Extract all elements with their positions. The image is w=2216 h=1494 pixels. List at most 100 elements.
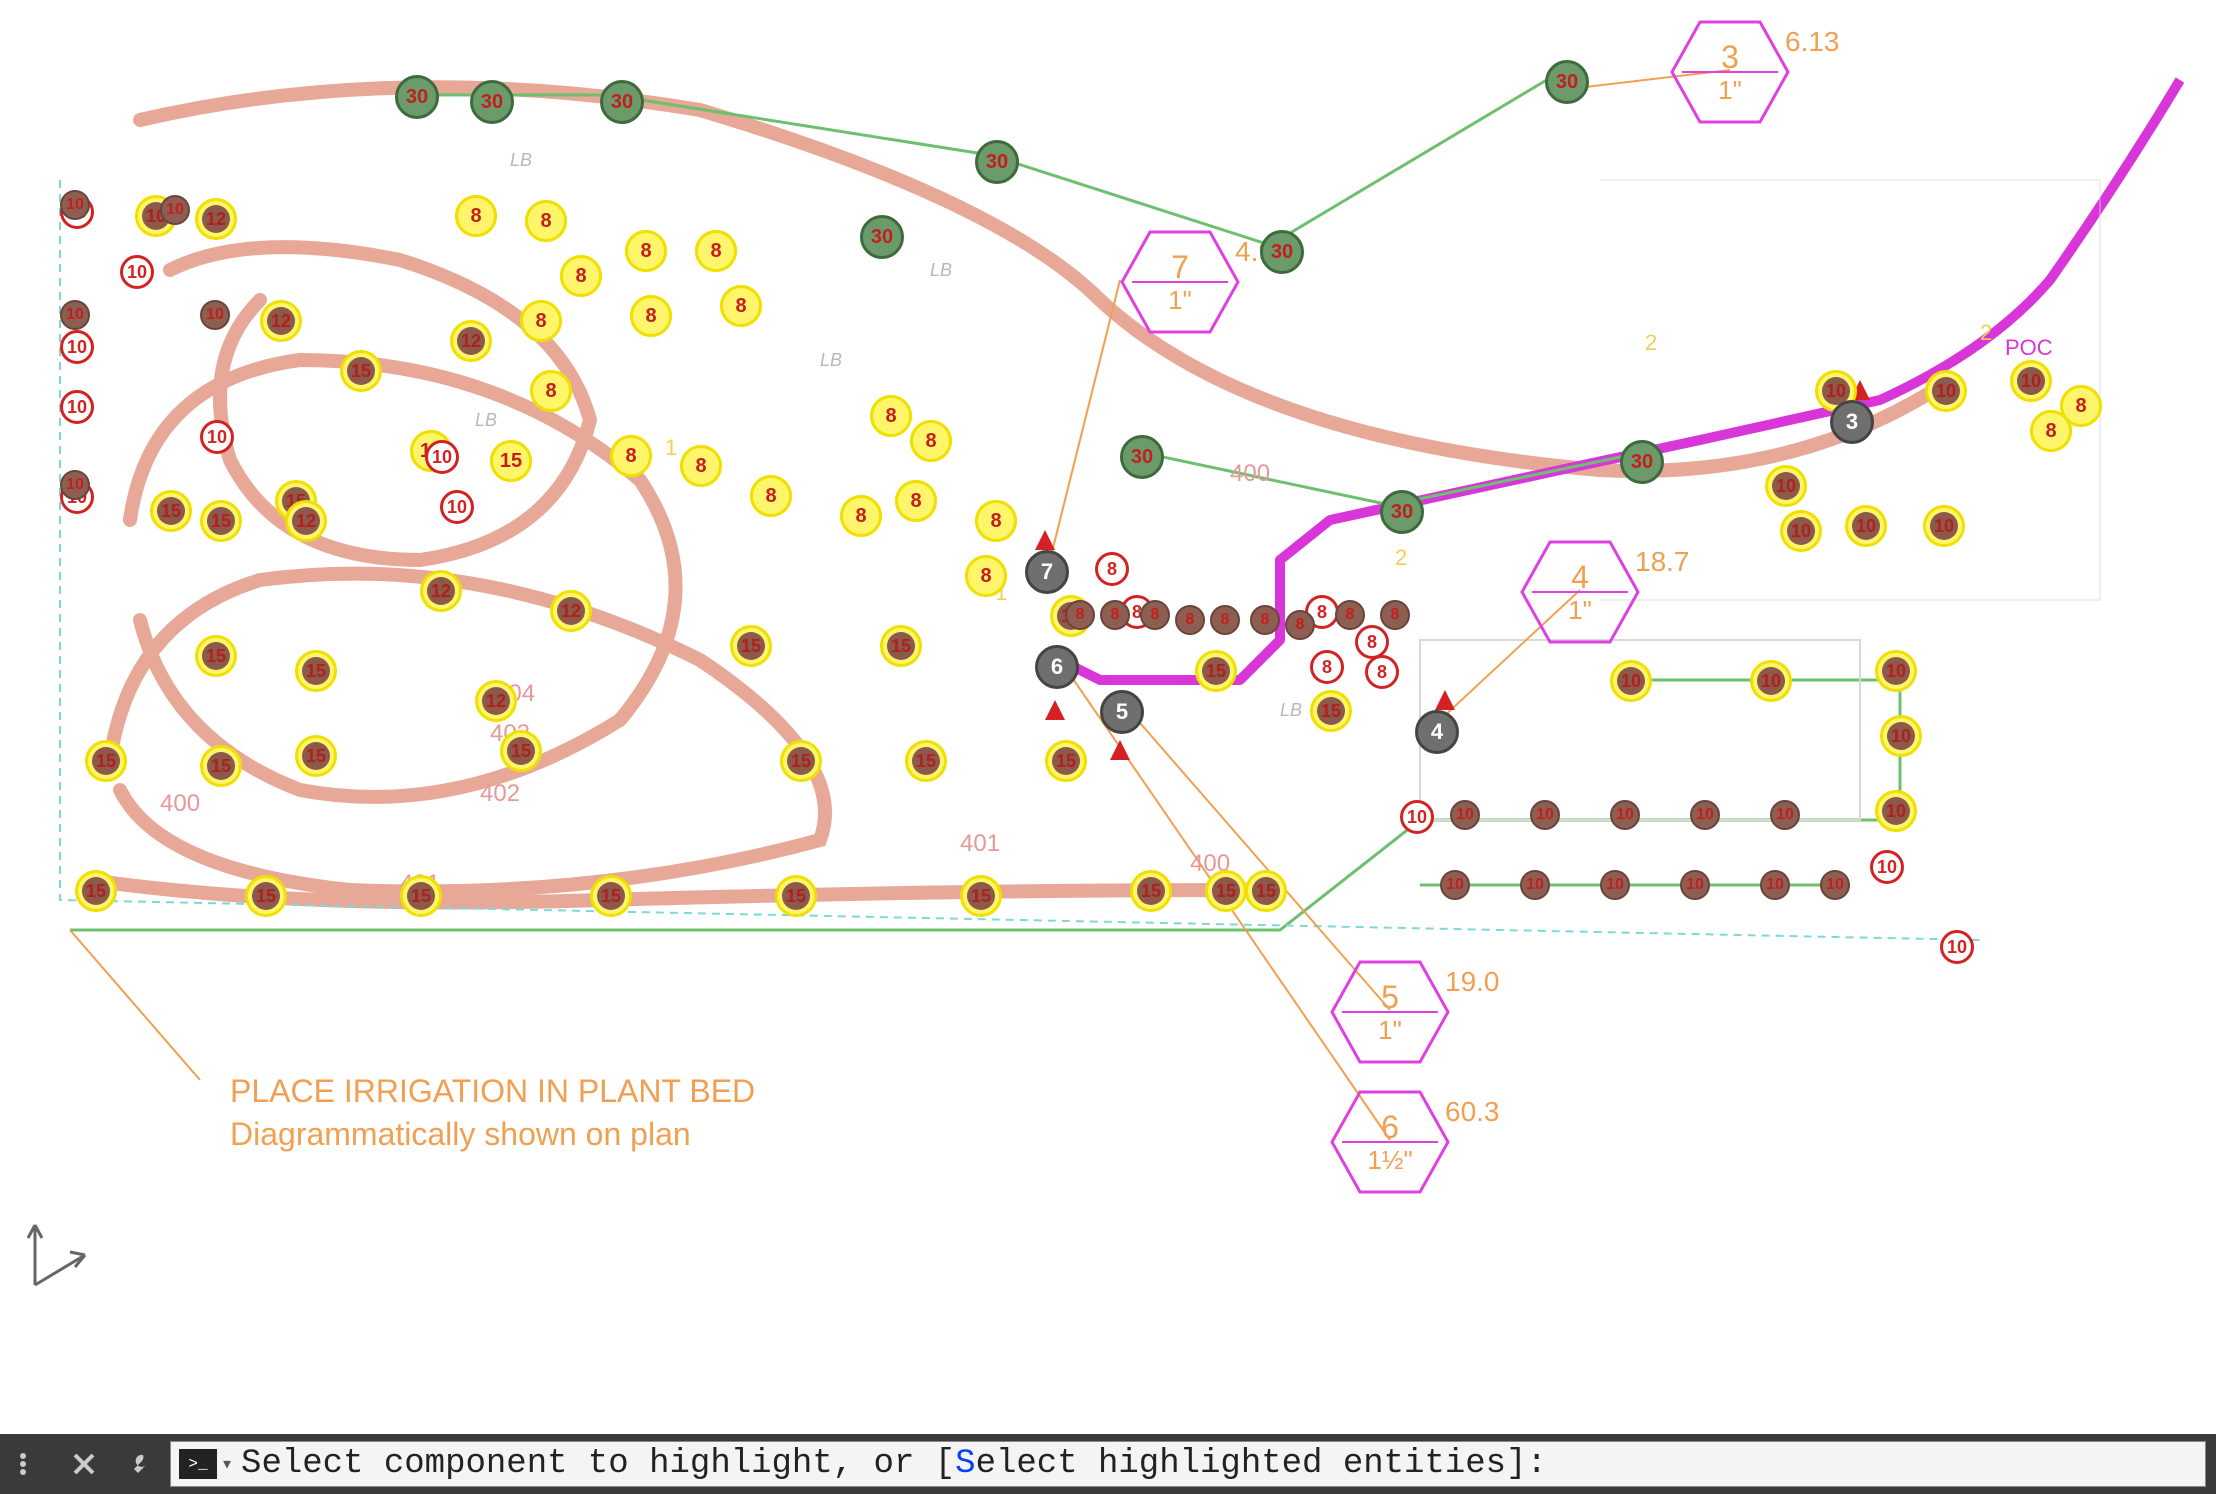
shrub-head[interactable]: 10 xyxy=(1820,870,1850,900)
spray-head[interactable]: 15 xyxy=(200,500,242,542)
spray-head[interactable]: 15 xyxy=(730,625,772,667)
bubbler-head[interactable]: 8 xyxy=(1310,650,1344,684)
spray-head-plain[interactable]: 8 xyxy=(455,195,497,237)
spray-head[interactable]: 10 xyxy=(1845,505,1887,547)
spray-head[interactable]: 12 xyxy=(285,500,327,542)
spray-head[interactable]: 12 xyxy=(195,198,237,240)
spray-head[interactable]: 15 xyxy=(245,875,287,917)
spray-head[interactable]: 10 xyxy=(1780,510,1822,552)
spray-head[interactable]: 10 xyxy=(1875,790,1917,832)
shrub-head[interactable]: 10 xyxy=(1600,870,1630,900)
spray-head[interactable]: 15 xyxy=(780,740,822,782)
shrub-head[interactable]: 10 xyxy=(1450,800,1480,830)
spray-head[interactable]: 10 xyxy=(2010,360,2052,402)
spray-head-plain[interactable]: 8 xyxy=(870,395,912,437)
spray-head[interactable]: 15 xyxy=(1045,740,1087,782)
spray-head[interactable]: 15 xyxy=(880,625,922,667)
rotor-head[interactable]: 30 xyxy=(1620,440,1664,484)
spray-head-plain[interactable]: 8 xyxy=(895,480,937,522)
shrub-head[interactable]: 8 xyxy=(1335,600,1365,630)
rotor-head[interactable]: 30 xyxy=(975,140,1019,184)
shrub-head[interactable]: 10 xyxy=(1520,870,1550,900)
spray-head[interactable]: 10 xyxy=(1875,650,1917,692)
spray-head[interactable]: 15 xyxy=(1195,650,1237,692)
rotor-head[interactable]: 30 xyxy=(860,215,904,259)
shrub-head[interactable]: 8 xyxy=(1250,605,1280,635)
bubbler-head[interactable]: 10 xyxy=(60,330,94,364)
spray-head[interactable]: 15 xyxy=(500,730,542,772)
spray-head[interactable]: 15 xyxy=(295,735,337,777)
bubbler-head[interactable]: 10 xyxy=(60,390,94,424)
rotor-head[interactable]: 30 xyxy=(1260,230,1304,274)
customize-button[interactable] xyxy=(114,1440,162,1488)
spray-head[interactable]: 15 xyxy=(75,870,117,912)
rotor-head[interactable]: 30 xyxy=(1380,490,1424,534)
spray-head-plain[interactable]: 8 xyxy=(630,295,672,337)
valve-symbol[interactable]: 7 xyxy=(1025,550,1069,594)
valve-symbol[interactable]: 4 xyxy=(1415,710,1459,754)
spray-head[interactable]: 15 xyxy=(150,490,192,532)
close-command-button[interactable] xyxy=(60,1440,108,1488)
bubbler-head[interactable]: 8 xyxy=(1365,655,1399,689)
bubbler-head[interactable]: 10 xyxy=(425,440,459,474)
spray-head[interactable]: 15 xyxy=(1130,870,1172,912)
shrub-head[interactable]: 10 xyxy=(1530,800,1560,830)
dropdown-icon[interactable]: ▾ xyxy=(221,1451,233,1477)
bubbler-head[interactable]: 10 xyxy=(120,255,154,289)
spray-head[interactable]: 10 xyxy=(1750,660,1792,702)
spray-head-plain[interactable]: 8 xyxy=(610,435,652,477)
spray-head[interactable]: 12 xyxy=(475,680,517,722)
spray-head[interactable]: 10 xyxy=(1610,660,1652,702)
spray-head[interactable]: 15 xyxy=(775,875,817,917)
spray-head[interactable]: 10 xyxy=(1925,370,1967,412)
rotor-head[interactable]: 30 xyxy=(1545,60,1589,104)
bubbler-head[interactable]: 8 xyxy=(1095,552,1129,586)
bubbler-head[interactable]: 10 xyxy=(1400,800,1434,834)
spray-head-plain[interactable]: 8 xyxy=(695,230,737,272)
spray-head[interactable]: 12 xyxy=(550,590,592,632)
spray-head[interactable]: 10 xyxy=(1923,505,1965,547)
shrub-head[interactable]: 8 xyxy=(1380,600,1410,630)
shrub-head[interactable]: 8 xyxy=(1100,600,1130,630)
shrub-head[interactable]: 10 xyxy=(1680,870,1710,900)
recent-commands-button[interactable] xyxy=(6,1440,54,1488)
spray-head-plain[interactable]: 8 xyxy=(525,200,567,242)
spray-head[interactable]: 15 xyxy=(905,740,947,782)
valve-symbol[interactable]: 6 xyxy=(1035,645,1079,689)
rotor-head[interactable]: 30 xyxy=(395,75,439,119)
spray-head[interactable]: 15 xyxy=(1310,690,1352,732)
shrub-head[interactable]: 10 xyxy=(1760,870,1790,900)
spray-head[interactable]: 15 xyxy=(85,740,127,782)
spray-head-plain[interactable]: 8 xyxy=(975,500,1017,542)
spray-head-plain[interactable]: 8 xyxy=(965,555,1007,597)
spray-head[interactable]: 15 xyxy=(295,650,337,692)
shrub-head[interactable]: 8 xyxy=(1175,605,1205,635)
valve-symbol[interactable]: 3 xyxy=(1830,400,1874,444)
shrub-head[interactable]: 10 xyxy=(1440,870,1470,900)
spray-head[interactable]: 12 xyxy=(450,320,492,362)
spray-head-plain[interactable]: 8 xyxy=(840,495,882,537)
rotor-head[interactable]: 30 xyxy=(470,80,514,124)
rotor-head[interactable]: 30 xyxy=(1120,435,1164,479)
command-input[interactable]: >_ ▾ Select component to highlight, or [… xyxy=(170,1441,2206,1487)
shrub-head[interactable]: 8 xyxy=(1065,600,1095,630)
bubbler-head[interactable]: 10 xyxy=(440,490,474,524)
spray-head-plain[interactable]: 8 xyxy=(910,420,952,462)
spray-head[interactable]: 15 xyxy=(590,875,632,917)
spray-head[interactable]: 15 xyxy=(960,875,1002,917)
shrub-head[interactable]: 10 xyxy=(60,190,90,220)
shrub-head[interactable]: 8 xyxy=(1285,610,1315,640)
shrub-head[interactable]: 10 xyxy=(1690,800,1720,830)
spray-head[interactable]: 12 xyxy=(420,570,462,612)
bubbler-head[interactable]: 10 xyxy=(200,420,234,454)
spray-head[interactable]: 15 xyxy=(195,635,237,677)
shrub-head[interactable]: 10 xyxy=(200,300,230,330)
shrub-head[interactable]: 10 xyxy=(60,300,90,330)
bubbler-head[interactable]: 8 xyxy=(1355,625,1389,659)
spray-head-plain[interactable]: 8 xyxy=(520,300,562,342)
spray-head-plain[interactable]: 15 xyxy=(490,440,532,482)
spray-head-plain[interactable]: 8 xyxy=(750,475,792,517)
spray-head-plain[interactable]: 8 xyxy=(2030,410,2072,452)
valve-symbol[interactable]: 5 xyxy=(1100,690,1144,734)
spray-head-plain[interactable]: 8 xyxy=(625,230,667,272)
